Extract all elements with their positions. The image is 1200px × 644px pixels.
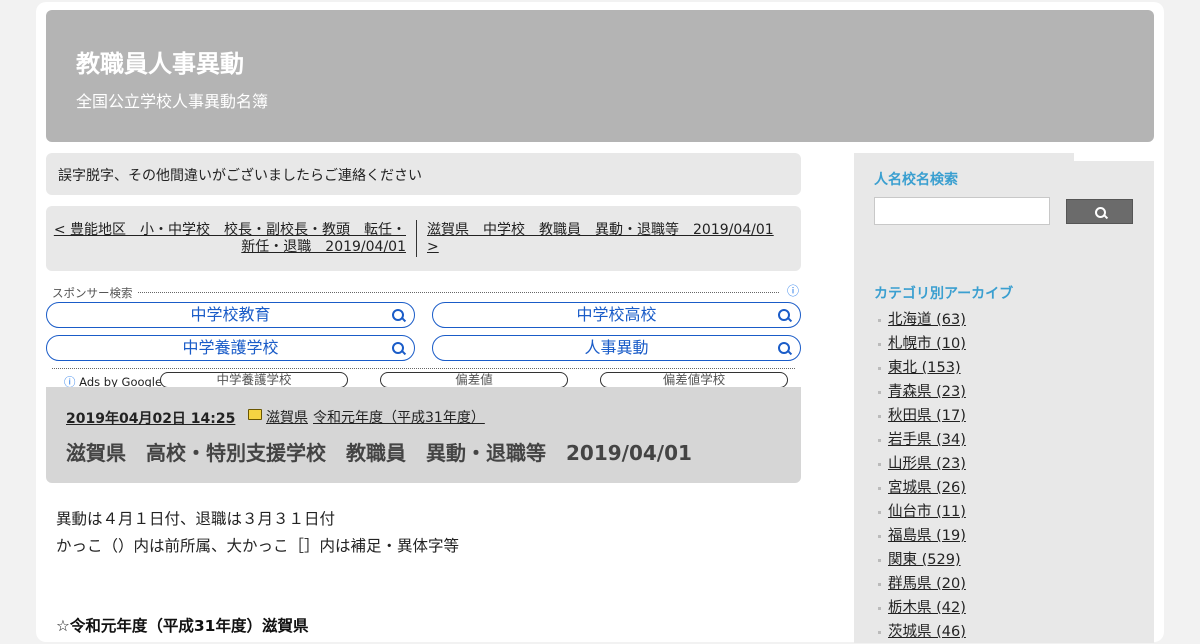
list-item: 北海道 (63) xyxy=(874,308,966,332)
pager-divider xyxy=(416,220,417,257)
category-link[interactable]: 岩手県 (34) xyxy=(888,432,966,448)
prev-post-link[interactable]: < 豊能地区 小・中学校 校長・副校長・教頭 転任・ 新任・退職 2019/04… xyxy=(51,222,406,256)
list-item: 東北 (153) xyxy=(874,356,966,380)
ad-search-button[interactable]: 中学校高校 xyxy=(432,302,801,328)
post-date[interactable]: 2019年04月02日 14:25 xyxy=(66,408,235,428)
ad-search-button[interactable]: 人事異動 xyxy=(432,335,801,361)
related-search-link[interactable]: 偏差値学校 xyxy=(600,372,788,388)
site-description: 全国公立学校人事異動名簿 xyxy=(76,92,269,111)
post-category-link[interactable]: 滋賀県 xyxy=(266,407,308,427)
notice-text: 誤字脱字、その他間違いがございましたらご連絡ください xyxy=(58,168,422,184)
list-item: 仙台市 (11) xyxy=(874,500,966,524)
category-link[interactable]: 栃木県 (42) xyxy=(888,600,966,616)
category-link[interactable]: 北海道 (63) xyxy=(888,312,966,328)
category-link[interactable]: 宮城県 (26) xyxy=(888,480,966,496)
list-item: 秋田県 (17) xyxy=(874,404,966,428)
ad-search-label: 中学校教育 xyxy=(190,305,271,324)
ad-search-button[interactable]: 中学校教育 xyxy=(46,302,415,328)
list-item: 岩手県 (34) xyxy=(874,428,966,452)
ads-footer-divider xyxy=(52,368,795,369)
sidebar-notch xyxy=(1074,153,1154,161)
list-item: 札幌市 (10) xyxy=(874,332,966,356)
post-category-link[interactable]: 令和元年度（平成31年度） xyxy=(313,407,485,427)
category-link[interactable]: 関東 (529) xyxy=(888,552,961,568)
ad-search-label: 中学養護学校 xyxy=(182,338,279,357)
next-post-link[interactable]: 滋賀県 中学校 教職員 異動・退職等 2019/04/01 > xyxy=(427,222,787,256)
category-link[interactable]: 山形県 (23) xyxy=(888,456,966,472)
post-pager: < 豊能地区 小・中学校 校長・副校長・教頭 転任・ 新任・退職 2019/04… xyxy=(46,206,801,271)
list-item: 福島県 (19) xyxy=(874,524,966,548)
prev-post-line1[interactable]: < 豊能地区 小・中学校 校長・副校長・教頭 転任・ xyxy=(54,222,406,238)
category-link[interactable]: 群馬県 (20) xyxy=(888,576,966,592)
search-button[interactable] xyxy=(1066,199,1133,224)
list-item: 宮城県 (26) xyxy=(874,476,966,500)
body-paragraph: かっこ（）内は前所属、大かっこ［］内は補足・異体字等 xyxy=(56,537,460,555)
search-icon xyxy=(778,342,790,354)
category-list: 北海道 (63) 札幌市 (10) 東北 (153) 青森県 (23) 秋田県 … xyxy=(874,308,966,644)
post-title: 滋賀県 高校・特別支援学校 教職員 異動・退職等 2019/04/01 xyxy=(66,441,692,465)
search-icon xyxy=(778,309,790,321)
notice-box: 誤字脱字、その他間違いがございましたらご連絡ください xyxy=(46,153,801,195)
category-archive-title: カテゴリ別アーカイブ xyxy=(874,286,1014,302)
list-item: 栃木県 (42) xyxy=(874,596,966,620)
sidebar: 人名校名検索 カテゴリ別アーカイブ 北海道 (63) 札幌市 (10) 東北 (… xyxy=(854,153,1154,643)
category-link[interactable]: 青森県 (23) xyxy=(888,384,966,400)
category-link[interactable]: 茨城県 (46) xyxy=(888,624,966,640)
ad-search-label: 人事異動 xyxy=(584,338,649,357)
search-icon xyxy=(1095,207,1106,218)
info-icon[interactable]: ⓘ xyxy=(787,282,799,299)
ad-search-label: 中学校高校 xyxy=(576,305,657,324)
category-link[interactable]: 東北 (153) xyxy=(888,360,961,376)
prev-post-line2[interactable]: 新任・退職 2019/04/01 xyxy=(241,239,406,255)
related-search-link[interactable]: 中学養護学校 xyxy=(160,372,348,388)
section-heading: ☆令和元年度（平成31年度）滋賀県 xyxy=(56,617,309,635)
ad-search-button[interactable]: 中学養護学校 xyxy=(46,335,415,361)
list-item: 青森県 (23) xyxy=(874,380,966,404)
list-item: 関東 (529) xyxy=(874,548,966,572)
search-icon xyxy=(392,309,404,321)
post-body: 異動は４月１日付、退職は３月３１日付 かっこ（）内は前所属、大かっこ［］内は補足… xyxy=(56,506,796,560)
ads-divider xyxy=(52,292,779,293)
list-item: 山形県 (23) xyxy=(874,452,966,476)
folder-icon xyxy=(248,409,262,420)
search-widget-title: 人名校名検索 xyxy=(874,172,958,188)
next-post-line1[interactable]: 滋賀県 中学校 教職員 異動・退職等 2019/04/01 xyxy=(427,222,774,238)
list-item: 茨城県 (46) xyxy=(874,620,966,644)
site-title[interactable]: 教職員人事異動 xyxy=(76,44,244,79)
category-link[interactable]: 福島県 (19) xyxy=(888,528,966,544)
list-item: 群馬県 (20) xyxy=(874,572,966,596)
related-search-link[interactable]: 偏差値 xyxy=(380,372,568,388)
next-post-line2[interactable]: > xyxy=(427,239,439,255)
body-paragraph: 異動は４月１日付、退職は３月３１日付 xyxy=(56,510,336,528)
category-link[interactable]: 仙台市 (11) xyxy=(888,504,966,520)
sponsor-search: スポンサー検索 ⓘ 中学校教育 中学校高校 中学養護学校 人事異動 ⓘ Ads … xyxy=(46,282,801,390)
post-header: 2019年04月02日 14:25 滋賀県 令和元年度（平成31年度） 滋賀県 … xyxy=(46,387,801,483)
site-header: 教職員人事異動 全国公立学校人事異動名簿 xyxy=(46,10,1154,142)
search-icon xyxy=(392,342,404,354)
sponsor-search-label: スポンサー検索 xyxy=(52,285,137,301)
search-input[interactable] xyxy=(874,197,1050,225)
category-link[interactable]: 秋田県 (17) xyxy=(888,408,966,424)
category-link[interactable]: 札幌市 (10) xyxy=(888,336,966,352)
